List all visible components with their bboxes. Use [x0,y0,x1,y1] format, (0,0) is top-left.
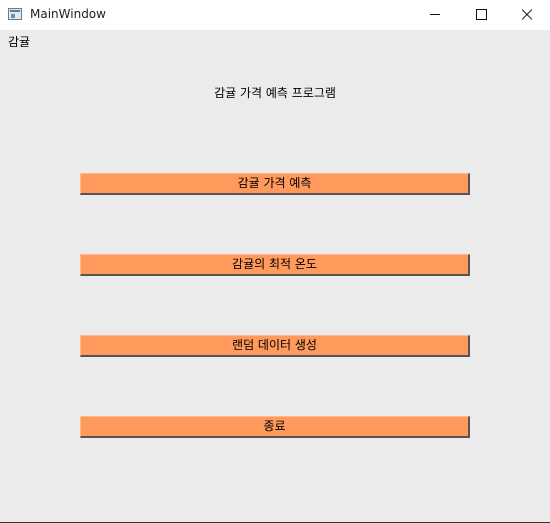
optimal-temperature-button[interactable]: 감귤의 최적 온도 [80,254,470,276]
main-window: MainWindow 감귤 감귤 가격 예측 프로그램 감귤 가격 예측 감귤의… [0,0,550,523]
title-bar: MainWindow [0,0,550,30]
generate-random-data-button[interactable]: 랜덤 데이터 생성 [80,335,470,357]
maximize-icon[interactable] [458,0,504,30]
page-title: 감귤 가격 예측 프로그램 [214,86,336,100]
close-icon[interactable] [504,0,550,30]
predict-price-button[interactable]: 감귤 가격 예측 [80,173,470,195]
window-app-icon [8,8,22,20]
exit-button[interactable]: 종료 [80,416,470,438]
window-title: MainWindow [30,7,106,21]
menu-item-gamgyul[interactable]: 감귤 [8,33,30,50]
minimize-icon[interactable] [412,0,458,30]
